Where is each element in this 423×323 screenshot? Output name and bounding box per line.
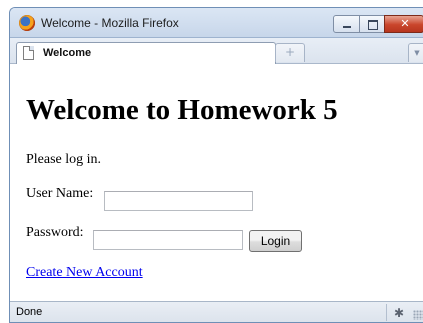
username-input[interactable] bbox=[104, 191, 253, 211]
browser-window: Welcome - Mozilla Firefox Welcome + ▼ We… bbox=[9, 7, 423, 323]
password-label: Password: bbox=[26, 225, 84, 240]
tab-welcome[interactable]: Welcome bbox=[16, 42, 276, 64]
create-account-link[interactable]: Create New Account bbox=[26, 265, 143, 280]
page-content: Welcome to Homework 5 Please log in. Use… bbox=[10, 64, 423, 301]
tab-strip: Welcome + ▼ bbox=[10, 38, 423, 64]
close-icon[interactable] bbox=[384, 15, 423, 33]
username-label: User Name: bbox=[26, 186, 94, 201]
minimize-icon[interactable] bbox=[333, 15, 360, 33]
title-bar[interactable]: Welcome - Mozilla Firefox bbox=[10, 8, 423, 38]
tab-list-dropdown-icon[interactable]: ▼ bbox=[408, 43, 423, 62]
maximize-icon[interactable] bbox=[359, 15, 385, 33]
firefox-logo-icon bbox=[19, 15, 35, 31]
login-prompt: Please log in. bbox=[26, 152, 102, 167]
page-title: Welcome to Homework 5 bbox=[26, 94, 338, 126]
window-title: Welcome - Mozilla Firefox bbox=[41, 16, 179, 30]
status-text: Done bbox=[16, 306, 43, 318]
resize-grip-icon[interactable] bbox=[413, 310, 423, 320]
status-divider bbox=[386, 304, 387, 321]
addon-status-icon[interactable]: ✱ bbox=[390, 305, 408, 321]
login-button[interactable]: Login bbox=[249, 230, 302, 252]
document-icon bbox=[23, 46, 34, 60]
tab-label: Welcome bbox=[43, 47, 92, 59]
password-input[interactable] bbox=[93, 230, 243, 250]
new-tab-button[interactable]: + bbox=[275, 43, 305, 62]
status-bar: Done ✱ bbox=[10, 301, 423, 322]
create-account-line: Create New Account bbox=[26, 265, 143, 281]
